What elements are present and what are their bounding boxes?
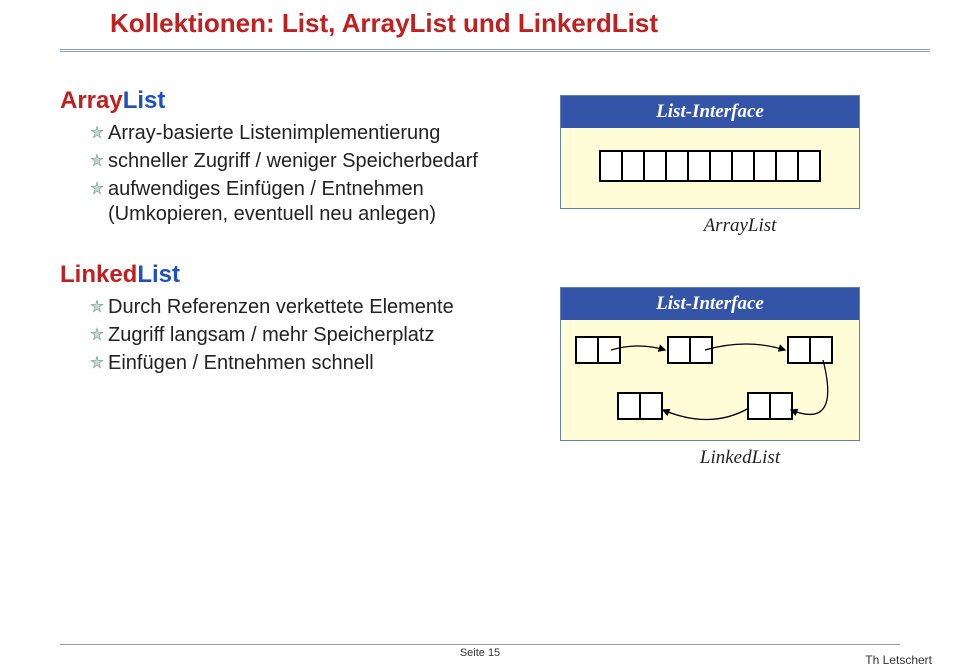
list-item: Durch Referenzen verkettete Elemente (86, 295, 530, 320)
section-arraylist-heading: ArrayList (60, 87, 530, 115)
arraylist-bullets: Array-basierte Listenimplementierung sch… (60, 121, 530, 227)
bullet-star-icon (86, 153, 108, 167)
bullet-star-icon (86, 299, 108, 313)
page-number: Seite 15 (0, 647, 960, 659)
page-title: Kollektionen: List, ArrayList und Linker… (110, 8, 960, 39)
section-linkedlist-heading: LinkedList (60, 261, 530, 289)
bullet-text: Einfügen / Entnehmen schnell (108, 351, 530, 376)
bullet-text: Durch Referenzen verkettete Elemente (108, 295, 530, 320)
author-label: Th Letschert (865, 653, 932, 667)
list-item: Zugriff langsam / mehr Speicherplatz (86, 323, 530, 348)
bullet-star-icon (86, 327, 108, 341)
diagram-header: List-Interface (561, 288, 859, 320)
list-item: aufwendiges Einfügen / Entnehmen (Umkopi… (86, 177, 530, 227)
bullet-star-icon (86, 181, 108, 195)
bullet-text: Zugriff langsam / mehr Speicherplatz (108, 323, 530, 348)
linkedlist-diagram: List-Interface (560, 287, 860, 441)
bullet-text: Array-basierte Listenimplementierung (108, 121, 530, 146)
linked-node (787, 336, 833, 364)
linked-node (747, 392, 793, 420)
bullet-star-icon (86, 355, 108, 369)
bullet-text: schneller Zugriff / weniger Speicherbeda… (108, 149, 530, 174)
linkedlist-bullets: Durch Referenzen verkettete Elemente Zug… (60, 295, 530, 376)
bullet-text: aufwendiges Einfügen / Entnehmen (Umkopi… (108, 177, 530, 227)
footer-divider (60, 644, 900, 645)
diagram-caption: ArrayList (560, 215, 920, 237)
diagram-header: List-Interface (561, 96, 859, 128)
bullet-star-icon (86, 125, 108, 139)
linked-node (575, 336, 621, 364)
array-cells (599, 150, 821, 182)
list-item: Array-basierte Listenimplementierung (86, 121, 530, 146)
diagram-caption: LinkedList (560, 447, 920, 469)
linked-node (617, 392, 663, 420)
arraylist-diagram: List-Interface (560, 95, 860, 209)
list-item: schneller Zugriff / weniger Speicherbeda… (86, 149, 530, 174)
linked-node (667, 336, 713, 364)
list-item: Einfügen / Entnehmen schnell (86, 351, 530, 376)
